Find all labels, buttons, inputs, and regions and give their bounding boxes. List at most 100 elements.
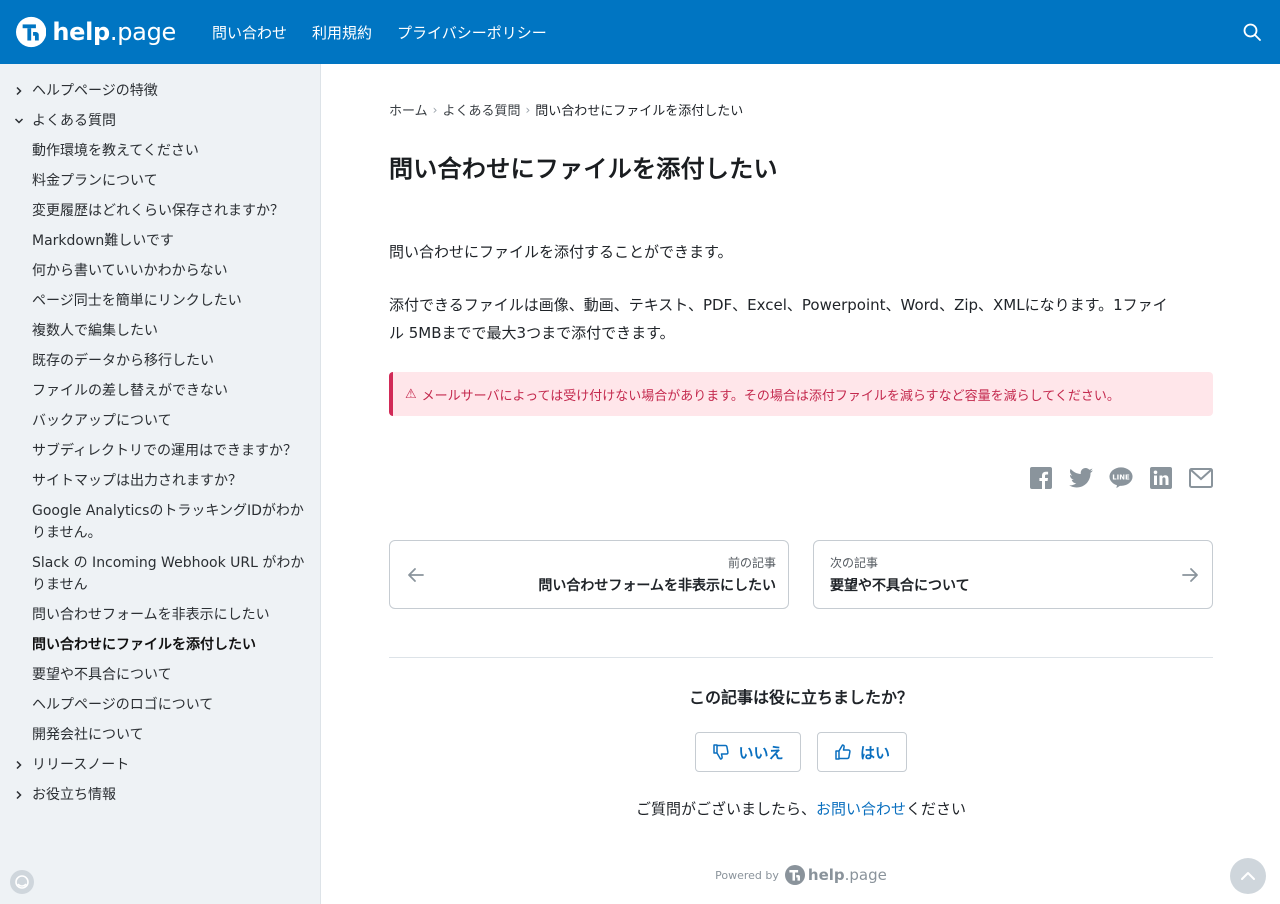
sidebar-item-label: お役立ち情報 xyxy=(32,787,116,803)
sidebar-item[interactable]: お役立ち情報 xyxy=(0,780,320,810)
sidebar-item[interactable]: 要望や不具合について xyxy=(0,660,320,690)
top-nav: 問い合わせ 利用規約 プライバシーポリシー xyxy=(212,22,572,43)
article-paragraph: 問い合わせにファイルを添付することができます。 xyxy=(389,243,733,261)
vote-yes-button[interactable]: はい xyxy=(817,732,907,772)
article-paragraph-line: 添付できるファイルは画像、動画、テキスト、PDF、Excel、Powerpoin… xyxy=(389,296,1168,314)
chevron-right-icon xyxy=(14,754,32,776)
sidebar-item-label: リリースノート xyxy=(32,757,130,773)
sidebar-item-label: Markdown難しいです xyxy=(32,233,174,249)
mail-icon[interactable] xyxy=(1189,466,1213,490)
nav-privacy[interactable]: プライバシーポリシー xyxy=(397,22,547,43)
sidebar-item[interactable]: 料金プランについて xyxy=(0,166,320,196)
sidebar-item-label: 要望や不具合について xyxy=(32,667,172,683)
article-paragraph: 添付できるファイルは画像、動画、テキスト、PDF、Excel、Powerpoin… xyxy=(389,291,1213,347)
sidebar-item-label: サブディレクトリでの運用はできますか？ xyxy=(32,443,298,459)
chevron-down-icon xyxy=(14,110,32,132)
sidebar-item-label: よくある質問 xyxy=(32,113,116,129)
sidebar-item[interactable]: 開発会社について xyxy=(0,720,320,750)
line-icon[interactable]: LINE xyxy=(1109,466,1133,490)
chevron-right-icon: › xyxy=(525,102,531,117)
sidebar-item[interactable]: 複数人で編集したい xyxy=(0,316,320,346)
twitter-icon[interactable] xyxy=(1069,466,1093,490)
line-icon-text: LINE xyxy=(1112,473,1130,481)
breadcrumb-current: 問い合わせにファイルを添付したい xyxy=(535,104,744,119)
chevron-up-icon xyxy=(1241,872,1255,880)
sidebar-list: ヘルプページの特徴よくある質問動作環境を教えてください料金プランについて変更履歴… xyxy=(0,64,320,810)
next-article-link[interactable]: 次の記事 要望や不具合について xyxy=(813,540,1213,609)
sidebar-item-label: 問い合わせにファイルを添付したい xyxy=(32,637,256,653)
warning-alert: ⚠ メールサーバによっては受け付けない場合があります。その場合は添付ファイルを減… xyxy=(389,372,1213,416)
sidebar-item-label: 既存のデータから移行したい xyxy=(32,353,214,369)
contact-prefix: ご質問がございましたら、 xyxy=(635,800,816,818)
contact-suffix: ください xyxy=(906,800,967,818)
thumbs-down-icon xyxy=(713,744,730,760)
contact-link[interactable]: お問い合わせ xyxy=(816,800,906,818)
sidebar-item[interactable]: ページ同士を簡単にリンクしたい xyxy=(0,286,320,316)
prev-article-meta: 前の記事 問い合わせフォームを非表示にしたい xyxy=(438,554,776,595)
breadcrumb-section[interactable]: よくある質問 xyxy=(442,100,520,119)
sidebar-item-label: 複数人で編集したい xyxy=(32,323,158,339)
logo-mark-icon xyxy=(16,16,47,48)
sidebar-item[interactable]: ヘルプページの特徴 xyxy=(0,76,320,106)
chevron-right-icon: › xyxy=(432,102,438,117)
nav-contact[interactable]: 問い合わせ xyxy=(212,22,287,43)
linkedin-icon[interactable] xyxy=(1149,466,1173,490)
sidebar-item-label: ページ同士を簡単にリンクしたい xyxy=(32,293,242,309)
sidebar-item[interactable]: ファイルの差し替えができない xyxy=(0,376,320,406)
sidebar-item-label: 何から書いていいかわからない xyxy=(32,263,228,279)
sidebar-item[interactable]: サブディレクトリでの運用はできますか？ xyxy=(0,436,320,466)
sidebar-item-label: 開発会社について xyxy=(32,727,144,743)
logo-mark-icon xyxy=(784,865,805,885)
prev-article-link[interactable]: 前の記事 問い合わせフォームを非表示にしたい xyxy=(389,540,789,609)
search-icon[interactable] xyxy=(1242,22,1262,42)
vote-yes-label: はい xyxy=(859,743,890,762)
sidebar-item[interactable]: サイトマップは出力されますか？ xyxy=(0,466,320,496)
thumbs-up-icon xyxy=(835,744,851,760)
next-article-title: 要望や不具合について xyxy=(830,578,970,594)
warning-icon: ⚠ xyxy=(405,386,417,402)
powered-logo-bold: help xyxy=(807,866,845,884)
article-paragraph-line: ル 5MBまでで最大3つまで添付できます。 xyxy=(389,324,675,342)
sidebar-item[interactable]: よくある質問 xyxy=(0,106,320,136)
powered-logo-rest: .page xyxy=(844,866,887,884)
sidebar-item-label: 問い合わせフォームを非表示にしたい xyxy=(32,607,270,623)
sidebar-item[interactable]: Google AnalyticsのトラッキングIDがわかりません。 xyxy=(0,496,320,548)
vote-no-button[interactable]: いいえ xyxy=(695,732,801,772)
facebook-icon[interactable] xyxy=(1029,466,1053,490)
scroll-to-top-button[interactable] xyxy=(1230,858,1266,894)
main-content: ホーム › よくある質問 › 問い合わせにファイルを添付したい 問い合わせにファ… xyxy=(389,64,1213,885)
sidebar-item-label: サイトマップは出力されますか？ xyxy=(32,473,242,489)
next-article-label: 次の記事 xyxy=(830,556,879,570)
sidebar-item[interactable]: リリースノート xyxy=(0,750,320,780)
nav-terms[interactable]: 利用規約 xyxy=(312,22,372,43)
sidebar-item[interactable]: バックアップについて xyxy=(0,406,320,436)
alert-text: メールサーバによっては受け付けない場合があります。その場合は添付ファイルを減らす… xyxy=(421,388,1120,404)
sidebar-item-label: バックアップについて xyxy=(32,413,172,429)
page-title: 問い合わせにファイルを添付したい xyxy=(389,155,778,183)
article-pager: 前の記事 問い合わせフォームを非表示にしたい 次の記事 要望や不具合について xyxy=(389,540,1213,609)
sidebar-item[interactable]: 既存のデータから移行したい xyxy=(0,346,320,376)
powered-by-logo[interactable]: help .page xyxy=(784,865,887,885)
site-logo[interactable]: help.page xyxy=(16,16,176,48)
sidebar-item[interactable]: 何から書いていいかわからない xyxy=(0,256,320,286)
sidebar-item-label: 料金プランについて xyxy=(32,173,158,189)
sidebar-item-label: ファイルの差し替えができない xyxy=(32,383,228,399)
breadcrumb-home[interactable]: ホーム xyxy=(389,100,428,119)
sidebar-item[interactable]: Markdown難しいです xyxy=(0,226,320,256)
sidebar-item-label: 変更履歴はどれくらい保存されますか？ xyxy=(32,203,284,219)
prev-article-title: 問い合わせフォームを非表示にしたい xyxy=(538,578,776,594)
chevron-right-icon xyxy=(14,80,32,102)
sidebar-item[interactable]: 動作環境を教えてください xyxy=(0,136,320,166)
sidebar-item[interactable]: Slack の Incoming Webhook URL がわかりません xyxy=(0,548,320,600)
sidebar-item[interactable]: 変更履歴はどれくらい保存されますか？ xyxy=(0,196,320,226)
sidebar-item[interactable]: 問い合わせにファイルを添付したい xyxy=(0,630,320,660)
contact-prompt: ご質問がございましたら、お問い合わせください xyxy=(389,798,1213,819)
sidebar-item-label: ヘルプページのロゴについて xyxy=(32,697,214,713)
top-header: help.page 問い合わせ 利用規約 プライバシーポリシー xyxy=(0,0,1280,64)
feedback-question: この記事は役に立ちましたか？ xyxy=(688,688,913,707)
divider xyxy=(389,657,1213,658)
sidebar-item[interactable]: 問い合わせフォームを非表示にしたい xyxy=(0,600,320,630)
sidebar: ヘルプページの特徴よくある質問動作環境を教えてください料金プランについて変更履歴… xyxy=(0,64,321,904)
arrow-left-icon xyxy=(408,567,424,582)
sidebar-item[interactable]: ヘルプページのロゴについて xyxy=(0,690,320,720)
